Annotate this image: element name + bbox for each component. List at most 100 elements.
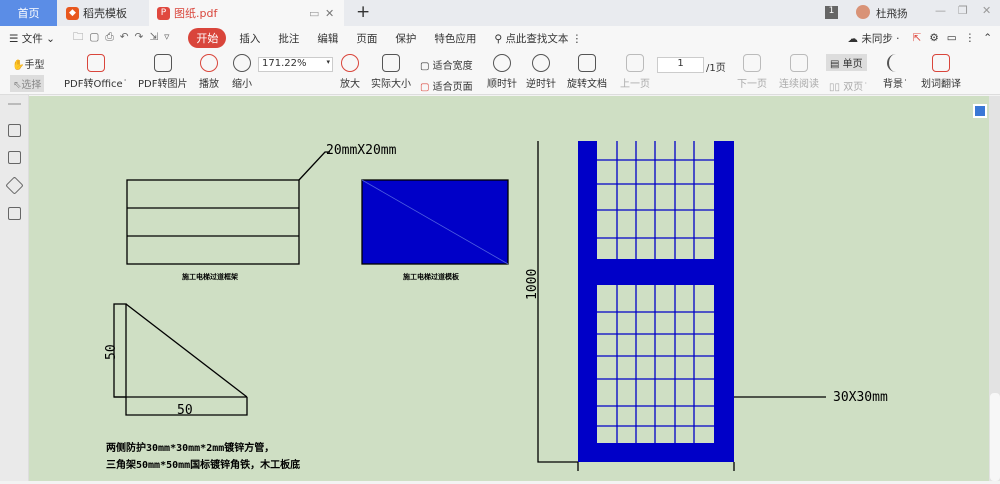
tab-home[interactable]: 首页: [0, 0, 57, 26]
moon-icon: [886, 54, 905, 72]
outline-icon[interactable]: [8, 124, 21, 137]
mesh-grid: [597, 141, 714, 443]
minimize-button[interactable]: —: [935, 4, 946, 17]
label: 播放: [199, 79, 219, 90]
sync-status[interactable]: ☁ 未同步 ·: [839, 31, 909, 46]
tab-label: 图纸.pdf: [174, 7, 218, 20]
badge[interactable]: 1: [825, 6, 838, 19]
gear-icon[interactable]: ⚙: [925, 32, 942, 44]
convert-icon[interactable]: [8, 207, 21, 220]
translate-button[interactable]: 划词翻译: [921, 54, 961, 90]
next-page-button[interactable]: 下一页: [737, 54, 767, 90]
label: 上一页: [620, 79, 650, 90]
zoom-out-icon: [233, 54, 251, 72]
drawing: 20mmX20mm 施工电梯过道框架 施工电梯过道模板 50 50 两侧防护30…: [104, 141, 888, 471]
rotate-ccw-icon: [532, 54, 550, 72]
pdf-to-office-button[interactable]: PDF转Office˙: [64, 54, 128, 90]
docer-icon: ◆: [66, 6, 79, 20]
label: 双页: [843, 82, 864, 93]
file-label: 文件: [21, 32, 43, 45]
comment-icon[interactable]: ▭: [943, 32, 961, 44]
close-button[interactable]: ✕: [982, 4, 991, 17]
search-box[interactable]: ⚲ 点此查找文本 ⋮: [485, 31, 591, 46]
fit-page-icon: ▢: [420, 82, 433, 93]
tab-pdf[interactable]: P 图纸.pdf ▭ ✕: [149, 0, 344, 26]
share-icon[interactable]: ⇱: [909, 32, 926, 44]
drag-handle[interactable]: [8, 103, 21, 105]
menu-bar: ☰ 文件 ⌄ 🗀▢⎙↶↷⇲▿ 开始 插入 批注 编辑 页面 保护 特色应用 ⚲ …: [0, 26, 1000, 50]
hand-tool[interactable]: ✋手型: [12, 56, 44, 71]
note-line-1: 两侧防护30mm*30mm*2mm镀锌方管，: [106, 441, 274, 454]
tab-label: 稻壳模板: [83, 7, 127, 20]
annotation-icon[interactable]: [5, 176, 24, 195]
label: 逆时针: [526, 79, 556, 90]
prev-page-button[interactable]: 上一页: [620, 54, 650, 90]
zoom-input[interactable]: 171.22% ▾: [258, 57, 333, 72]
user-name[interactable]: 杜飛扬: [876, 6, 908, 21]
pdf-icon: P: [157, 6, 170, 20]
more-icon[interactable]: ⋮: [961, 32, 980, 44]
new-tab-button[interactable]: +: [356, 2, 370, 22]
play-icon: [200, 54, 218, 72]
document-page: 20mmX20mm 施工电梯过道框架 施工电梯过道模板 50 50 两侧防护30…: [29, 96, 989, 481]
scrollbar-thumb[interactable]: [990, 393, 1000, 481]
pdf-to-image-button[interactable]: PDF转图片: [138, 54, 187, 90]
continuous-read-button[interactable]: 连续阅读: [779, 54, 819, 90]
menu-start[interactable]: 开始: [188, 28, 227, 48]
play-button[interactable]: 播放: [199, 54, 219, 90]
close-tab-icon[interactable]: ✕: [325, 7, 334, 20]
board-label: 施工电梯过道模板: [403, 272, 460, 281]
translate-icon: [932, 54, 950, 72]
label: 下一页: [737, 79, 767, 90]
height-dim-line: [537, 141, 578, 463]
sync-label: 未同步: [861, 32, 893, 45]
thumbnail-icon[interactable]: [8, 151, 21, 164]
dropdown-icon: ▾: [326, 58, 330, 66]
single-page-button[interactable]: ▤ 单页: [826, 54, 867, 71]
quick-access-icons[interactable]: 🗀▢⎙↶↷⇲▿: [64, 29, 185, 47]
menu-edit[interactable]: 编辑: [308, 31, 347, 46]
frame-rect: [126, 179, 300, 265]
menu-page[interactable]: 页面: [347, 31, 386, 46]
menu-insert[interactable]: 插入: [230, 31, 269, 46]
double-page-icon: ▯▯: [829, 82, 844, 93]
panel: [578, 141, 734, 462]
convert-float-icon[interactable]: [973, 104, 987, 118]
avatar[interactable]: [856, 5, 870, 19]
pin-icon[interactable]: ▭: [309, 7, 319, 20]
arrow-right-icon: [743, 54, 761, 72]
zoom-in-button[interactable]: 放大: [340, 54, 360, 90]
page-total: /1页: [706, 63, 726, 74]
search-placeholder: 点此查找文本: [505, 32, 569, 45]
image-icon: [153, 54, 172, 72]
menu-features[interactable]: 特色应用: [425, 31, 485, 46]
mesh-dim-text: 30X30mm: [833, 390, 888, 405]
menu-protect[interactable]: 保护: [386, 31, 425, 46]
select-label: 选择: [21, 80, 42, 91]
menu-file[interactable]: ☰ 文件 ⌄: [0, 31, 64, 46]
label: PDF转图片: [138, 79, 188, 90]
background-button[interactable]: 背景˙: [883, 54, 908, 90]
zoom-out-button[interactable]: 缩小: [232, 54, 252, 90]
fit-page-button[interactable]: ▢ 适合页面: [420, 78, 473, 93]
fit-width-button[interactable]: ▢ 适合宽度: [420, 57, 473, 72]
search-icon: ⚲: [494, 32, 506, 45]
frame-label: 施工电梯过道框架: [182, 272, 238, 281]
label: 背景: [883, 79, 903, 90]
collapse-icon[interactable]: ⌃: [979, 32, 1000, 44]
rotate-cw-button[interactable]: 顺时针: [487, 54, 517, 90]
label: 连续阅读: [779, 79, 819, 90]
zoom-in-icon: [341, 54, 359, 72]
height-dim-text: 1000: [525, 269, 540, 300]
single-page-icon: ▤: [830, 59, 843, 70]
rotate-ccw-button[interactable]: 逆时针: [526, 54, 556, 90]
label: 划词翻译: [921, 79, 961, 90]
restore-button[interactable]: ❐: [958, 4, 968, 17]
select-tool[interactable]: ⇖选择: [10, 75, 45, 92]
menu-annotate[interactable]: 批注: [269, 31, 308, 46]
double-page-button[interactable]: ▯▯ 双页˙: [829, 78, 868, 93]
page-input[interactable]: 1: [657, 57, 704, 73]
tab-templates[interactable]: ◆ 稻壳模板: [58, 0, 148, 26]
actual-size-button[interactable]: 实际大小: [371, 54, 411, 90]
rotate-doc-button[interactable]: 旋转文档: [567, 54, 607, 90]
